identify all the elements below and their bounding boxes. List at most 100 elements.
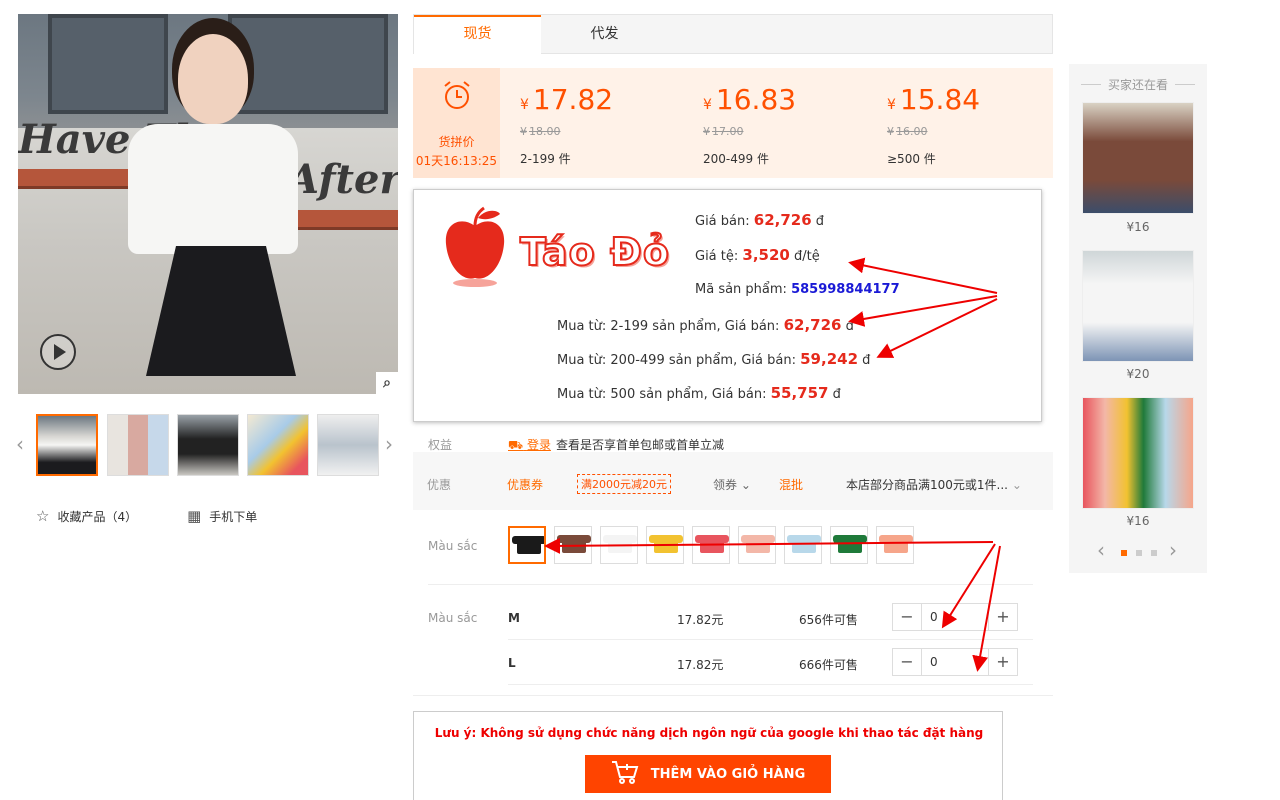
tier-price-text: Mua từ: 500 sản phẩm, Giá bán: xyxy=(557,387,767,402)
product-main-image[interactable]: Have The After ⌕ xyxy=(18,14,398,394)
tshirt-swatch-image xyxy=(649,535,683,553)
model-shirt xyxy=(128,124,298,254)
favorite-button[interactable]: ☆ 收藏产品（4） xyxy=(36,507,137,525)
currency-symbol: ¥ xyxy=(520,97,529,113)
tier-price: 15.84 xyxy=(899,83,981,116)
color-swatch[interactable] xyxy=(554,526,592,564)
quantity-stepper: − 0 + xyxy=(892,648,1018,676)
price-tier: ¥17.82 ¥18.00 2-199 件 xyxy=(520,82,700,167)
thumbnail[interactable] xyxy=(317,414,379,476)
cart-icon xyxy=(611,759,639,789)
get-coupon-label: 领券 xyxy=(713,478,738,492)
magnifier-icon[interactable]: ⌕ xyxy=(376,372,398,394)
tier-price-unit: đ xyxy=(832,387,841,402)
recommend-title: 买家还在看 xyxy=(1069,76,1207,93)
add-to-cart-button[interactable]: THÊM VÀO GIỎ HÀNG xyxy=(585,755,831,793)
thumbnail[interactable] xyxy=(36,414,98,476)
tier-price-text: Mua từ: 200-499 sản phẩm, Giá bán: xyxy=(557,353,796,368)
tier-price-value: 62,726 xyxy=(783,316,842,334)
size-stock: 666件可售 xyxy=(799,658,858,672)
exchange-rate-row: Giá tệ: 3,520 đ/tệ xyxy=(695,246,820,264)
plus-button[interactable]: + xyxy=(989,604,1017,630)
exchange-rate-value: 3,520 xyxy=(742,246,790,264)
promo-row: 优惠 优惠券 满2000元减20元 领券 ⌄ 混批 本店部分商品满100元或1件… xyxy=(413,452,1053,510)
exchange-rate-label: Giá tệ: xyxy=(695,249,739,264)
recommend-price: ¥16 xyxy=(1126,514,1150,528)
divider xyxy=(508,639,1033,640)
model-figure xyxy=(118,24,298,394)
get-coupon-button[interactable]: 领券 ⌄ xyxy=(713,476,751,493)
tier-range: ≥500 件 xyxy=(887,152,936,166)
product-code-value: 585998844177 xyxy=(791,282,900,297)
tshirt-swatch-image xyxy=(787,535,821,553)
coupon-tag[interactable]: 满2000元减20元 xyxy=(577,474,671,494)
carousel-dot[interactable] xyxy=(1121,550,1127,556)
chevron-right-icon[interactable]: › xyxy=(1169,538,1177,562)
color-swatch[interactable] xyxy=(600,526,638,564)
play-icon[interactable] xyxy=(40,334,76,370)
tier-price-row: Mua từ: 500 sản phẩm, Giá bán: 55,757 đ xyxy=(557,384,841,402)
recommend-sidebar: 买家还在看 ¥16 ¥20 ¥16 ‹ › xyxy=(1069,64,1207,573)
mixed-batch-label: 混批 xyxy=(779,478,804,492)
favorite-label: 收藏产品（4） xyxy=(57,509,138,524)
color-swatch[interactable] xyxy=(830,526,868,564)
currency-symbol: ¥ xyxy=(703,97,712,113)
model-head xyxy=(178,34,248,124)
gallery-actions: ☆ 收藏产品（4） ▦ 手机下单 xyxy=(36,507,257,525)
tier-price-text: Mua từ: 2-199 sản phẩm, Giá bán: xyxy=(557,319,780,334)
promo-desc[interactable]: 本店部分商品满100元或1件... ⌄ xyxy=(846,476,1022,493)
currency-symbol: ¥ xyxy=(703,125,710,138)
thumbnail[interactable] xyxy=(247,414,309,476)
quantity-input[interactable]: 0 xyxy=(921,604,989,630)
benefit-text: 查看是否享首单包邮或首单立减 xyxy=(556,438,725,452)
mobile-order-button[interactable]: ▦ 手机下单 xyxy=(187,507,257,525)
carousel-dot[interactable] xyxy=(1151,550,1157,556)
thumbnail[interactable] xyxy=(107,414,169,476)
wall-text: After xyxy=(288,156,398,203)
minus-button[interactable]: − xyxy=(893,604,921,630)
minus-button[interactable]: − xyxy=(893,649,921,675)
size-price: 17.82元 xyxy=(677,658,724,672)
tier-price-unit: đ xyxy=(862,353,871,368)
add-to-cart-label: THÊM VÀO GIỎ HÀNG xyxy=(650,766,806,782)
color-swatch[interactable] xyxy=(784,526,822,564)
size-stock: 656件可售 xyxy=(799,613,858,627)
product-code-label: Mã sản phẩm: xyxy=(695,282,787,297)
tier-price-value: 59,242 xyxy=(800,350,859,368)
quantity-input[interactable]: 0 xyxy=(921,649,989,675)
size-label: Màu sắc xyxy=(428,611,478,625)
product-code-row: Mã sản phẩm: 585998844177 xyxy=(695,282,900,297)
recommend-item-image[interactable] xyxy=(1082,250,1194,362)
color-swatch[interactable] xyxy=(646,526,684,564)
group-deal-box: 货拼价 01天16:13:25 xyxy=(413,68,500,178)
color-swatch[interactable] xyxy=(692,526,730,564)
tab-in-stock[interactable]: 现货 xyxy=(414,15,541,54)
color-swatch[interactable] xyxy=(738,526,776,564)
thumbnail[interactable] xyxy=(177,414,239,476)
chevron-left-icon[interactable]: ‹ xyxy=(16,432,24,456)
currency-symbol: ¥ xyxy=(887,125,894,138)
plus-button[interactable]: + xyxy=(989,649,1017,675)
recommend-price: ¥20 xyxy=(1126,367,1150,381)
tier-old-price: 18.00 xyxy=(529,125,561,138)
star-icon: ☆ xyxy=(36,507,50,525)
tier-old-price: 17.00 xyxy=(712,125,744,138)
chevron-right-icon[interactable]: › xyxy=(385,432,393,456)
chevron-left-icon[interactable]: ‹ xyxy=(1097,538,1105,562)
thumbnail-strip: ‹ › xyxy=(16,414,398,476)
alarm-clock-icon xyxy=(413,78,500,121)
deal-timer: 01天16:13:25 xyxy=(415,154,498,168)
tshirt-swatch-image xyxy=(557,535,591,553)
carousel-dot[interactable] xyxy=(1136,550,1142,556)
color-swatch[interactable] xyxy=(876,526,914,564)
tab-dropship[interactable]: 代发 xyxy=(541,15,668,54)
size-value: M xyxy=(508,611,520,625)
tier-price: 16.83 xyxy=(715,83,797,116)
recommend-item-image[interactable] xyxy=(1082,102,1194,214)
qr-code-icon: ▦ xyxy=(187,507,202,525)
truck-icon: ⛟ xyxy=(508,438,524,452)
recommend-item-image[interactable] xyxy=(1082,397,1194,509)
stock-tabs: 现货 代发 xyxy=(413,14,1053,54)
color-swatch[interactable] xyxy=(508,526,546,564)
recommend-price: ¥16 xyxy=(1126,220,1150,234)
